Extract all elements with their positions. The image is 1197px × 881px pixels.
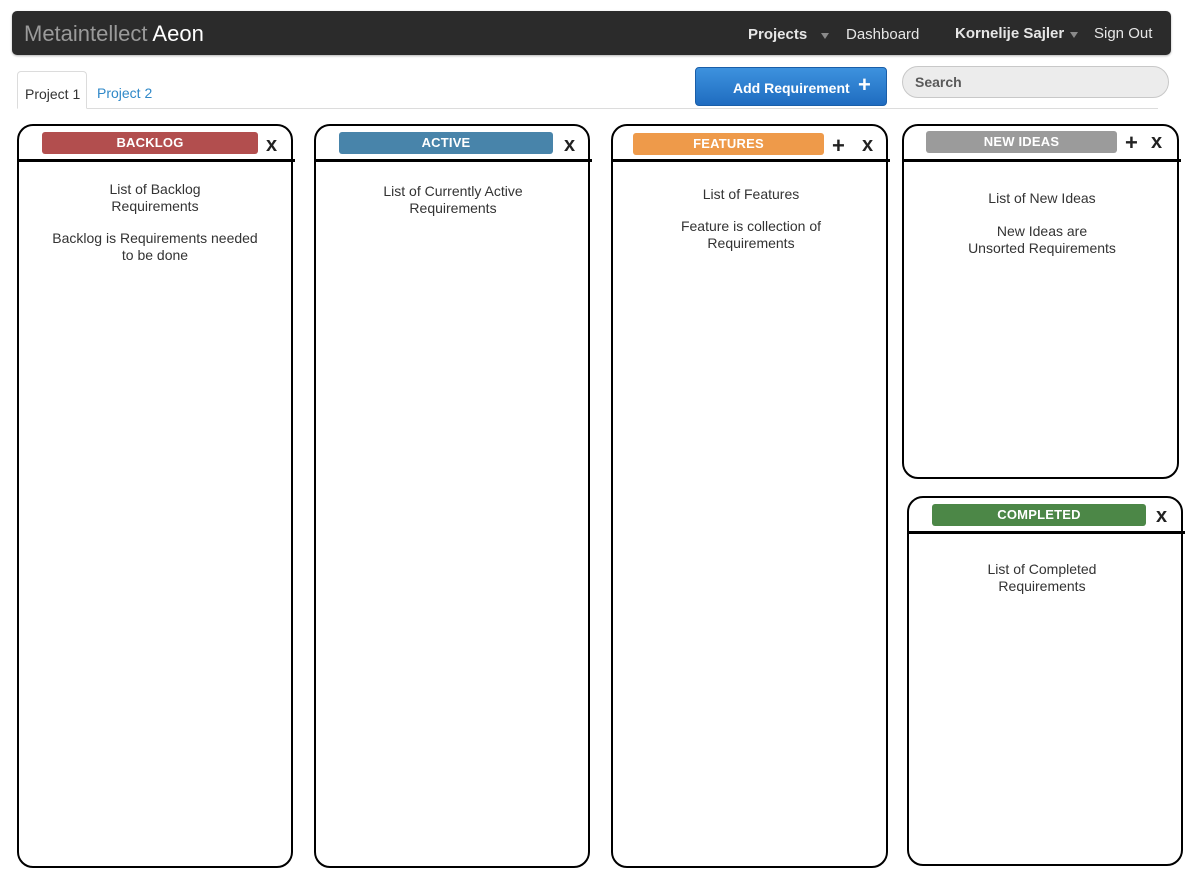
active-header-divider xyxy=(314,159,592,162)
features-badge: FEATURES xyxy=(633,133,824,155)
add-requirement-button[interactable]: Add Requirement + xyxy=(695,67,887,106)
new-ideas-header-divider xyxy=(902,159,1181,162)
backlog-close-icon[interactable]: x xyxy=(266,135,277,155)
backlog-header-divider xyxy=(17,159,295,162)
active-column xyxy=(314,124,590,868)
new-ideas-close-icon[interactable]: x xyxy=(1151,132,1162,152)
new-ideas-column xyxy=(902,124,1179,479)
backlog-badge: BACKLOG xyxy=(42,132,258,154)
brand-product: Aeon xyxy=(152,21,204,46)
new-ideas-badge: NEW IDEAS xyxy=(926,131,1117,153)
sign-out-link[interactable]: Sign Out xyxy=(1094,25,1152,42)
brand-name: Metaintellect xyxy=(24,21,148,46)
completed-badge: COMPLETED xyxy=(932,504,1146,526)
user-dropdown-icon[interactable] xyxy=(1070,32,1078,38)
backlog-description: List of Backlog Requirements xyxy=(109,181,201,214)
app-brand[interactable]: Metaintellect Aeon xyxy=(24,21,204,47)
tab-project-2[interactable]: Project 2 xyxy=(97,85,152,101)
active-close-icon[interactable]: x xyxy=(564,135,575,155)
new-ideas-description: List of New Ideas xyxy=(988,190,1096,206)
search-input[interactable] xyxy=(902,66,1169,98)
features-header-divider xyxy=(611,159,890,162)
new-ideas-add-icon[interactable]: + xyxy=(1125,132,1138,154)
features-close-icon[interactable]: x xyxy=(862,135,873,155)
nav-projects[interactable]: Projects xyxy=(748,26,807,43)
projects-dropdown-icon[interactable] xyxy=(821,33,829,39)
completed-header-divider xyxy=(907,531,1185,534)
top-navbar: Metaintellect Aeon Projects Dashboard Ko… xyxy=(12,11,1171,55)
features-add-icon[interactable]: + xyxy=(832,135,845,157)
add-requirement-label: Add Requirement xyxy=(733,80,850,96)
active-badge: ACTIVE xyxy=(339,132,553,154)
active-description: List of Currently Active Requirements xyxy=(383,183,523,216)
backlog-explanation: Backlog is Requirements needed to be don… xyxy=(52,230,258,263)
nav-dashboard[interactable]: Dashboard xyxy=(846,26,919,43)
features-description: List of Features xyxy=(702,186,800,202)
tab-project-1[interactable]: Project 1 xyxy=(17,71,87,109)
completed-description: List of Completed Requirements xyxy=(987,561,1097,594)
new-ideas-explanation: New Ideas are Unsorted Requirements xyxy=(968,223,1116,256)
tabs-divider xyxy=(17,108,1158,109)
plus-icon: + xyxy=(858,72,871,97)
completed-column xyxy=(907,496,1183,866)
completed-close-icon[interactable]: x xyxy=(1156,506,1167,526)
features-explanation: Feature is collection of Requirements xyxy=(680,218,822,251)
user-menu[interactable]: Kornelije Sajler xyxy=(955,25,1064,42)
